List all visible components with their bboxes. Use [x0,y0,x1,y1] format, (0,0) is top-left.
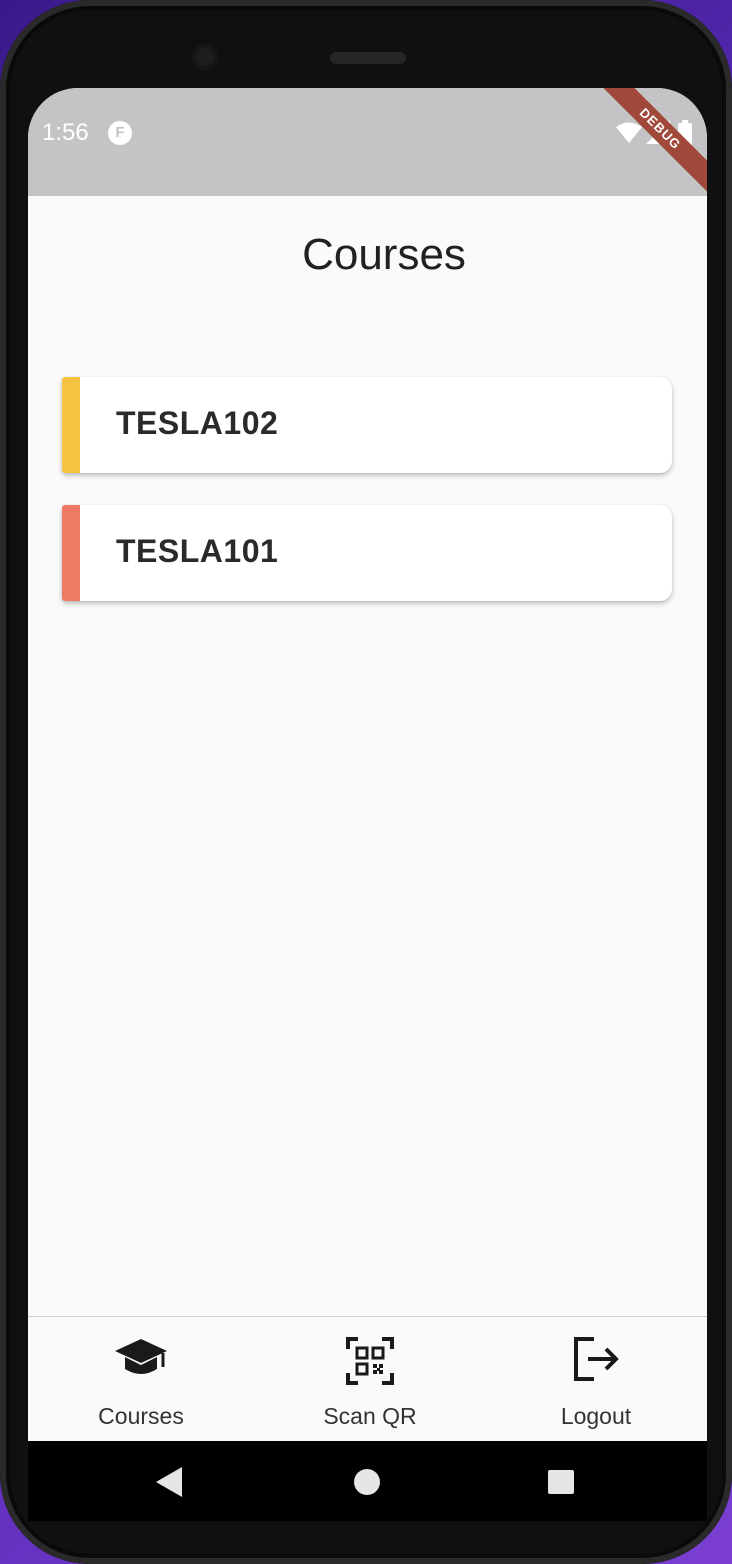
earpiece-speaker [330,52,406,64]
qr-code-scan-icon [346,1337,394,1385]
course-card-tesla102[interactable]: TESLA102 [62,377,672,473]
nav-item-courses[interactable]: Courses [51,1317,231,1441]
course-accent-bar [62,377,80,473]
back-icon[interactable] [156,1467,182,1497]
nav-label: Scan QR [323,1403,417,1429]
course-accent-bar [62,505,80,601]
graduation-cap-icon [115,1339,167,1374]
recent-apps-icon[interactable] [548,1470,574,1494]
logout-icon [574,1337,619,1381]
nav-label: Logout [560,1403,632,1429]
bottom-navigation-bar: Courses Scan QR Logout [28,1316,707,1441]
nav-item-scan-qr[interactable]: Scan QR [280,1317,460,1441]
phone-frame: 1:56 F DEBUG Courses TESLA102 TESLA101 C… [0,0,732,1564]
nav-label: Courses [98,1403,184,1429]
status-bar: 1:56 F DEBUG [28,88,707,197]
android-system-nav-bar [28,1441,707,1521]
status-time: 1:56 [42,119,89,146]
nav-item-logout[interactable]: Logout [506,1317,686,1441]
flutter-app-icon: F [108,121,132,145]
wifi-icon [616,122,642,143]
home-icon[interactable] [354,1469,380,1495]
front-camera [192,44,218,70]
app-screen: 1:56 F DEBUG Courses TESLA102 TESLA101 C… [28,88,707,1441]
course-label: TESLA102 [116,405,279,441]
course-card-tesla101[interactable]: TESLA101 [62,505,672,601]
course-label: TESLA101 [116,533,279,569]
page-title: Courses [302,230,466,279]
